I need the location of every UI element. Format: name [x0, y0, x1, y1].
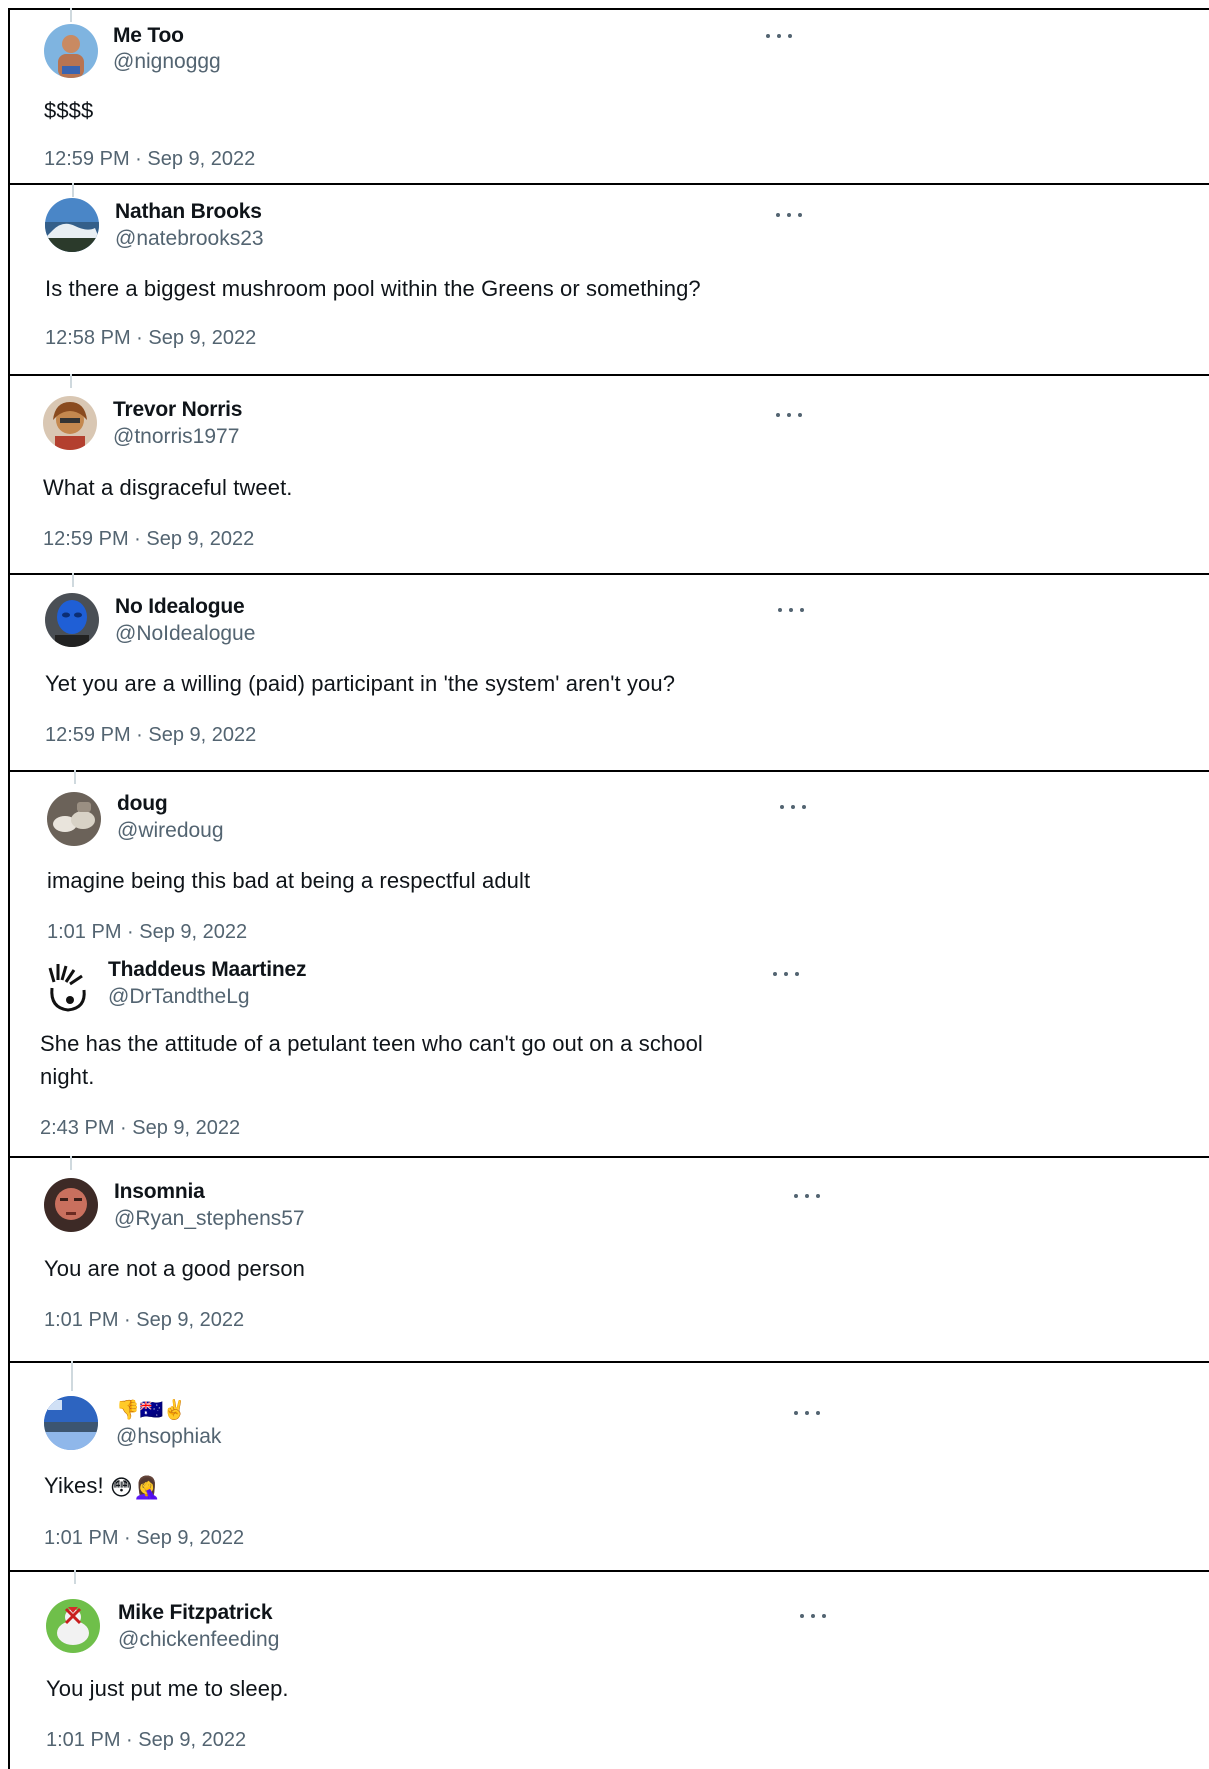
more-options-icon[interactable] — [780, 803, 806, 811]
flushed-face-and-facepalm-emoji-icon: 😳🤦‍♀️ — [109, 1474, 161, 1500]
tweet-text: imagine being this bad at being a respec… — [47, 868, 531, 893]
tweet-card[interactable]: Nathan Brooks @natebrooks23 Is there a b… — [8, 183, 1209, 375]
avatar[interactable] — [40, 960, 94, 1014]
author-handle[interactable]: @chickenfeeding — [118, 1628, 279, 1652]
tweet-timestamp[interactable]: 1:01 PM · Sep 9, 2022 — [46, 1729, 246, 1752]
tweet-text: What a disgraceful tweet. — [43, 475, 293, 500]
author-handle[interactable]: @DrTandtheLg — [108, 985, 250, 1009]
tweet-text: Yet you are a willing (paid) participant… — [45, 671, 676, 696]
author-handle[interactable]: @nignoggg — [113, 50, 221, 74]
tweet-card[interactable]: Mike Fitzpatrick @chickenfeeding You jus… — [8, 1570, 1209, 1769]
author-handle[interactable]: @hsophiak — [116, 1425, 221, 1449]
avatar[interactable] — [43, 396, 97, 450]
tweet-timestamp[interactable]: 12:59 PM · Sep 9, 2022 — [45, 724, 256, 747]
tweet-timestamp[interactable]: 12:59 PM · Sep 9, 2022 — [43, 528, 254, 551]
author-name[interactable]: Insomnia — [114, 1180, 205, 1204]
author-name[interactable]: doug — [117, 792, 168, 816]
tweet-card[interactable]: 👎🇦🇺✌️ @hsophiak Yikes! 😳🤦‍♀️ 1:01 PM · S… — [8, 1361, 1209, 1571]
tweet-text: You are not a good person — [44, 1256, 306, 1281]
author-name[interactable]: Mike Fitzpatrick — [118, 1601, 273, 1625]
tweet-timestamp[interactable]: 1:01 PM · Sep 9, 2022 — [44, 1309, 244, 1332]
tweet-timestamp[interactable]: 2:43 PM · Sep 9, 2022 — [40, 1117, 240, 1140]
avatar[interactable] — [45, 593, 99, 647]
more-options-icon[interactable] — [776, 211, 802, 219]
tweet-text: Yikes! 😳🤦‍♀️ — [44, 1469, 160, 1504]
author-name[interactable]: Thaddeus Maartinez — [108, 958, 306, 982]
author-handle[interactable]: @Ryan_stephens57 — [114, 1207, 305, 1231]
tweet-card[interactable]: Me Too @nignoggg $$$$ 12:59 PM · Sep 9, … — [8, 8, 1209, 184]
tweet-card[interactable]: No Idealogue @NoIdealogue Yet you are a … — [8, 573, 1209, 771]
tweet-timestamp[interactable]: 1:01 PM · Sep 9, 2022 — [44, 1527, 244, 1550]
tweet-text-words: Yikes! — [44, 1473, 104, 1498]
author-name[interactable]: No Idealogue — [115, 595, 245, 619]
avatar[interactable] — [44, 1178, 98, 1232]
more-options-icon[interactable] — [794, 1192, 820, 1200]
tweet-card[interactable]: Thaddeus Maartinez @DrTandtheLg She has … — [8, 950, 1209, 1157]
more-options-icon[interactable] — [778, 606, 804, 614]
author-name[interactable]: Me Too — [113, 24, 184, 48]
avatar[interactable] — [45, 198, 99, 252]
avatar[interactable] — [46, 1599, 100, 1653]
author-name[interactable]: 👎🇦🇺✌️ — [116, 1398, 187, 1422]
more-options-icon[interactable] — [766, 32, 792, 40]
author-handle[interactable]: @tnorris1977 — [113, 425, 239, 449]
tweet-timestamp[interactable]: 12:58 PM · Sep 9, 2022 — [45, 327, 256, 350]
tweet-text: $$$$ — [44, 98, 94, 123]
tweet-card[interactable]: Trevor Norris @tnorris1977 What a disgra… — [8, 374, 1209, 574]
author-handle[interactable]: @wiredoug — [117, 819, 224, 843]
tweet-card[interactable]: doug @wiredoug imagine being this bad at… — [8, 770, 1209, 950]
tweet-timestamp[interactable]: 12:59 PM · Sep 9, 2022 — [44, 148, 255, 171]
tweet-text-line-2: night. — [40, 1064, 95, 1089]
more-options-icon[interactable] — [776, 411, 802, 419]
tweet-text-line-1: She has the attitude of a petulant teen … — [40, 1031, 703, 1056]
tweet-text: You just put me to sleep. — [46, 1676, 289, 1701]
avatar[interactable] — [44, 1396, 98, 1450]
tweet-timestamp[interactable]: 1:01 PM · Sep 9, 2022 — [47, 921, 247, 944]
avatar[interactable] — [44, 24, 98, 78]
more-options-icon[interactable] — [800, 1612, 826, 1620]
more-options-icon[interactable] — [773, 970, 799, 978]
author-handle[interactable]: @NoIdealogue — [115, 622, 255, 646]
author-handle[interactable]: @natebrooks23 — [115, 227, 264, 251]
author-name[interactable]: Trevor Norris — [113, 398, 242, 422]
more-options-icon[interactable] — [794, 1409, 820, 1417]
avatar[interactable] — [47, 792, 101, 846]
tweet-text: Is there a biggest mushroom pool within … — [45, 276, 701, 301]
tweet-card[interactable]: Insomnia @Ryan_stephens57 You are not a … — [8, 1156, 1209, 1362]
author-name[interactable]: Nathan Brooks — [115, 200, 262, 224]
